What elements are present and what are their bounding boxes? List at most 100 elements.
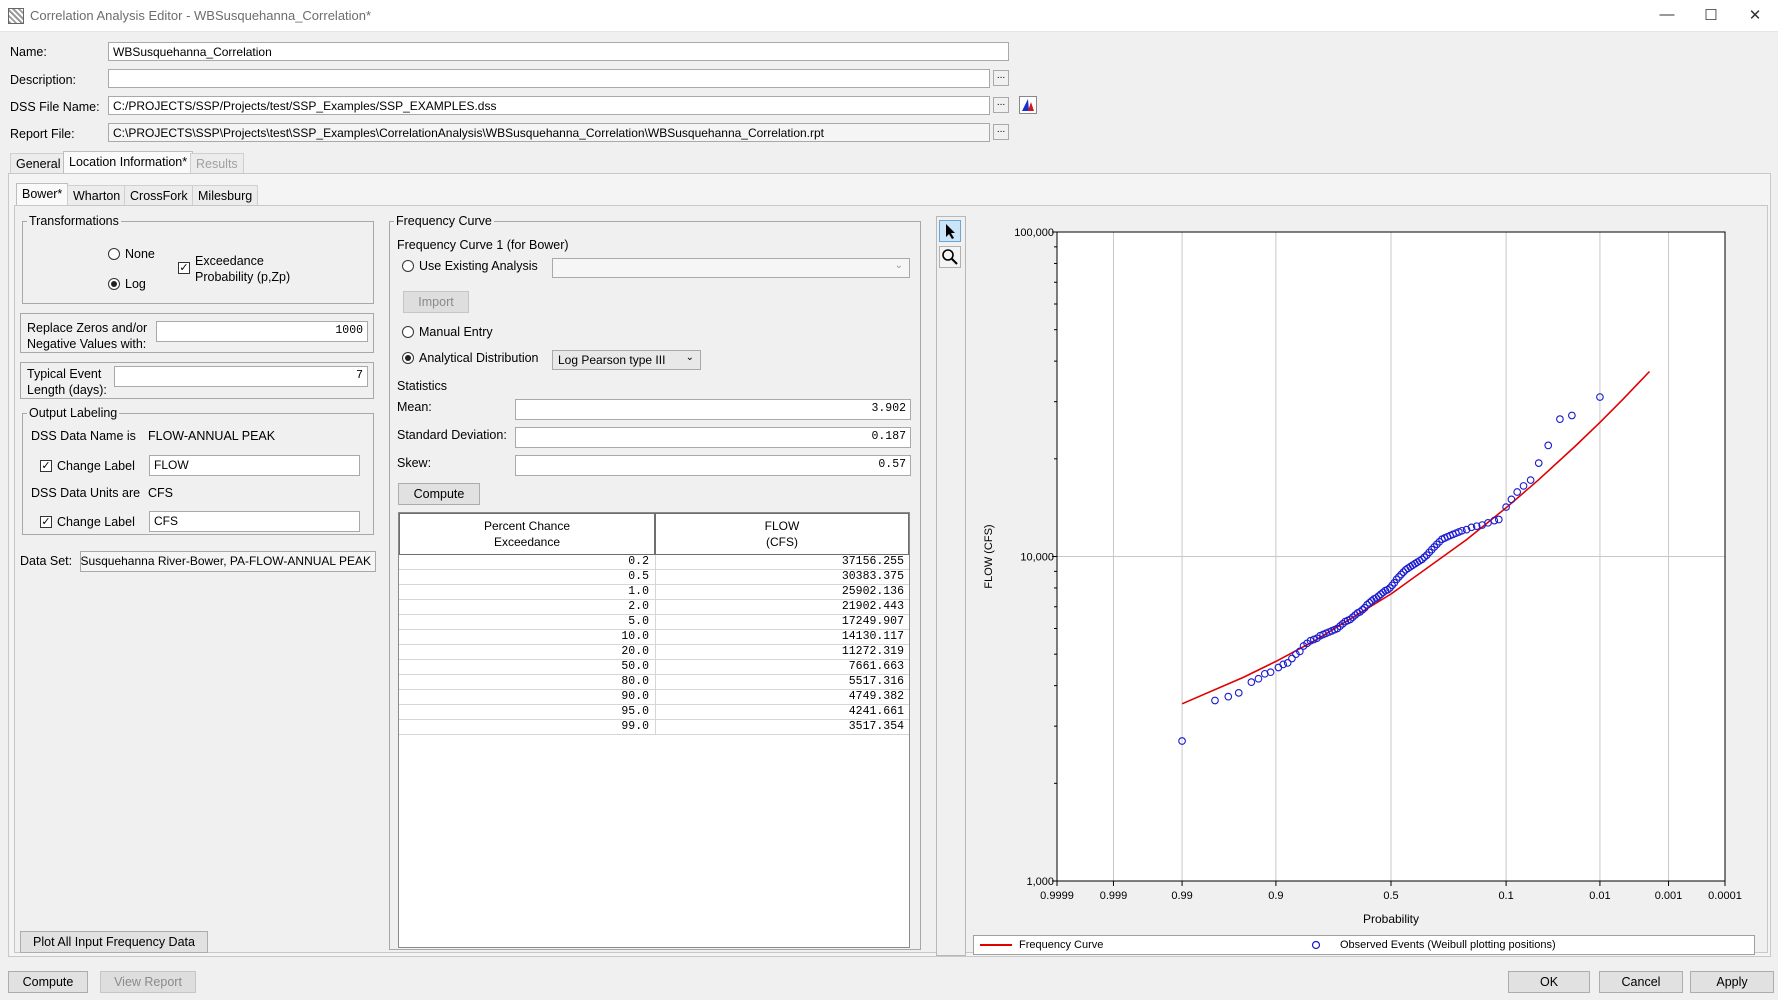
exceedance-cell[interactable]: 1.0 — [399, 585, 649, 599]
compute-button[interactable]: Compute — [8, 971, 88, 993]
table-row[interactable]: 5.0 17249.907 — [399, 615, 909, 630]
data-set-field[interactable]: Susquehanna River-Bower, PA-FLOW-ANNUAL … — [80, 551, 376, 572]
tab-general[interactable]: General — [10, 153, 67, 173]
maximize-button[interactable]: ☐ — [1699, 6, 1723, 24]
tab-results[interactable]: Results — [190, 153, 244, 173]
skew-input[interactable]: 0.57 — [515, 455, 911, 476]
table-row[interactable]: 0.2 37156.255 — [399, 555, 909, 570]
app-icon — [8, 8, 24, 24]
units-label-input[interactable]: CFS — [149, 511, 360, 532]
transformations-title: Transformations — [27, 214, 121, 228]
log-radio[interactable] — [108, 278, 120, 290]
select-tool-button[interactable] — [939, 220, 961, 242]
flow-cell[interactable]: 14130.117 — [655, 630, 904, 644]
replace-zeros-input[interactable]: 1000 — [156, 321, 368, 342]
exceedance-cell[interactable]: 80.0 — [399, 675, 649, 689]
view-report-button[interactable]: View Report — [100, 971, 196, 993]
flow-cell[interactable]: 4749.382 — [655, 690, 904, 704]
analytical-distribution-radio[interactable] — [402, 352, 414, 364]
log-label: Log — [125, 277, 146, 291]
pointer-icon — [946, 224, 955, 239]
flow-cell[interactable]: 5517.316 — [655, 675, 904, 689]
table-row[interactable]: 1.0 25902.136 — [399, 585, 909, 600]
title-bar: Correlation Analysis Editor - WBSusqueha… — [0, 0, 1778, 32]
table-row[interactable]: 50.0 7661.663 — [399, 660, 909, 675]
replace-zeros-label-1: Replace Zeros and/or — [27, 321, 148, 335]
distribution-dropdown[interactable]: Log Pearson type III ⌄ — [552, 350, 701, 370]
exceedance-cell[interactable]: 20.0 — [399, 645, 649, 659]
output-labeling-title: Output Labeling — [27, 406, 120, 420]
table-row[interactable]: 10.0 14130.117 — [399, 630, 909, 645]
flow-cell[interactable]: 11272.319 — [655, 645, 904, 659]
close-button[interactable]: ✕ — [1743, 6, 1767, 24]
table-header-flow[interactable]: FLOW (CFS) — [655, 513, 909, 555]
flow-cell[interactable]: 4241.661 — [655, 705, 904, 719]
mean-input[interactable]: 3.902 — [515, 399, 911, 420]
flow-cell[interactable]: 30383.375 — [655, 570, 904, 584]
exceedance-cell[interactable]: 5.0 — [399, 615, 649, 629]
zoom-tool-button[interactable] — [939, 246, 961, 268]
report-browse-button[interactable]: ... — [993, 124, 1009, 140]
compute-stats-button[interactable]: Compute — [398, 483, 480, 505]
dss-file-field[interactable]: C:/PROJECTS/SSP/Projects/test/SSP_Exampl… — [108, 96, 990, 115]
flow-cell[interactable]: 3517.354 — [655, 720, 904, 734]
plot-all-button[interactable]: Plot All Input Frequency Data — [20, 931, 208, 953]
none-radio[interactable] — [108, 248, 120, 260]
flow-cell[interactable]: 21902.443 — [655, 600, 904, 614]
x-axis-title: Probability — [1363, 912, 1419, 926]
exceedance-cell[interactable]: 0.2 — [399, 555, 649, 569]
tab-location-information[interactable]: Location Information* — [63, 151, 194, 173]
tab-milesburg[interactable]: Milesburg — [192, 185, 259, 205]
dss-browse-button[interactable]: ... — [993, 97, 1009, 113]
header-flow-2: (CFS) — [766, 535, 798, 549]
tab-crossfork[interactable]: CrossFork — [124, 185, 194, 205]
typical-event-label-2: Length (days): — [27, 383, 107, 397]
table-row[interactable]: 0.5 30383.375 — [399, 570, 909, 585]
table-row[interactable]: 2.0 21902.443 — [399, 600, 909, 615]
exceedance-label-1: Exceedance — [195, 254, 264, 268]
manual-entry-label: Manual Entry — [419, 325, 493, 339]
existing-analysis-dropdown[interactable]: ⌄ — [552, 258, 910, 278]
table-row[interactable]: 20.0 11272.319 — [399, 645, 909, 660]
table-header-exceedance[interactable]: Percent Chance Exceedance — [399, 513, 655, 555]
exceedance-cell[interactable]: 90.0 — [399, 690, 649, 704]
exceedance-cell[interactable]: 10.0 — [399, 630, 649, 644]
exceedance-checkbox[interactable]: ✓ — [178, 262, 190, 274]
table-row[interactable]: 90.0 4749.382 — [399, 690, 909, 705]
minimize-button[interactable]: — — [1655, 6, 1679, 24]
flow-cell[interactable]: 7661.663 — [655, 660, 904, 674]
exceedance-cell[interactable]: 2.0 — [399, 600, 649, 614]
dss-viewer-icon[interactable] — [1019, 96, 1037, 114]
cancel-button[interactable]: Cancel — [1599, 971, 1683, 993]
report-file-field[interactable]: C:\PROJECTS\SSP\Projects\test\SSP_Exampl… — [108, 123, 990, 142]
name-field[interactable]: WBSusquehanna_Correlation — [108, 42, 1009, 61]
description-field[interactable] — [108, 69, 990, 88]
exceedance-cell[interactable]: 95.0 — [399, 705, 649, 719]
use-existing-radio[interactable] — [402, 260, 414, 272]
description-browse-button[interactable]: ... — [993, 70, 1009, 86]
change-units-checkbox[interactable]: ✓ — [40, 516, 52, 528]
frequency-chart[interactable]: 0.9999 0.999 0.99 0.9 0.5 0.1 0.01 0.001 0.0001 1… — [970, 216, 1766, 954]
change-name-checkbox[interactable]: ✓ — [40, 460, 52, 472]
typical-event-input[interactable]: 7 — [114, 366, 368, 387]
flow-cell[interactable]: 37156.255 — [655, 555, 904, 569]
x-tick-label: 0.99 — [1171, 890, 1192, 902]
exceedance-cell[interactable]: 50.0 — [399, 660, 649, 674]
description-label: Description: — [10, 73, 76, 87]
name-label-input[interactable]: FLOW — [149, 455, 360, 476]
exceedance-cell[interactable]: 99.0 — [399, 720, 649, 734]
apply-button[interactable]: Apply — [1690, 971, 1774, 993]
table-row[interactable]: 99.0 3517.354 — [399, 720, 909, 735]
import-button[interactable]: Import — [403, 291, 469, 313]
flow-cell[interactable]: 25902.136 — [655, 585, 904, 599]
table-row[interactable]: 95.0 4241.661 — [399, 705, 909, 720]
tab-wharton[interactable]: Wharton — [67, 185, 127, 205]
sd-input[interactable]: 0.187 — [515, 427, 911, 448]
x-tick-label: 0.999 — [1100, 890, 1128, 902]
manual-entry-radio[interactable] — [402, 326, 414, 338]
ok-button[interactable]: OK — [1508, 971, 1590, 993]
tab-bower[interactable]: Bower* — [16, 183, 69, 205]
table-row[interactable]: 80.0 5517.316 — [399, 675, 909, 690]
exceedance-cell[interactable]: 0.5 — [399, 570, 649, 584]
flow-cell[interactable]: 17249.907 — [655, 615, 904, 629]
